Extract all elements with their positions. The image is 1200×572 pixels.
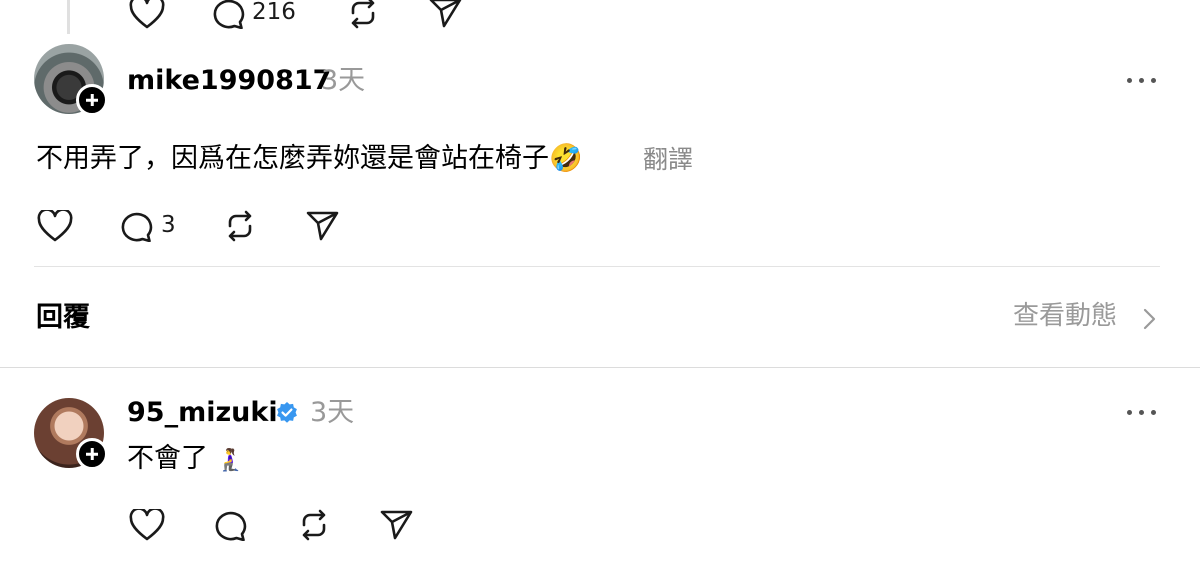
username[interactable]: mike1990817 (127, 67, 331, 94)
thread-connector-line (67, 0, 70, 34)
comment-icon[interactable] (211, 0, 245, 29)
share-icon[interactable] (305, 210, 341, 242)
repost-icon[interactable] (223, 210, 257, 242)
kneeling-woman-emoji: 🧎‍♀️ (216, 448, 244, 473)
comment-count: 216 (252, 0, 296, 25)
timestamp: 3天 (321, 65, 366, 96)
reply-text-body: 不用弄了，因爲在怎麼弄妳還是會站在椅子 (36, 143, 549, 174)
more-options-icon[interactable] (1127, 77, 1157, 85)
username[interactable]: 95_mizuki (127, 399, 278, 426)
share-icon[interactable] (428, 0, 464, 29)
more-options-icon[interactable] (1127, 409, 1157, 417)
follow-plus-icon[interactable] (76, 84, 108, 116)
comment-icon[interactable] (213, 509, 247, 541)
verified-badge-icon (275, 401, 299, 425)
timestamp: 3天 (310, 397, 355, 428)
laughing-emoji: 🤣 (549, 143, 583, 174)
reply-text-body: 不會了 (127, 443, 208, 474)
follow-plus-icon[interactable] (76, 438, 108, 470)
comment-icon[interactable] (119, 210, 153, 242)
reply-text: 不會了 🧎‍♀️ (127, 445, 244, 472)
view-activity-label: 查看動態 (1013, 301, 1118, 331)
repost-icon[interactable] (297, 509, 331, 541)
like-icon[interactable] (37, 210, 73, 242)
translate-link[interactable]: 翻譯 (643, 147, 693, 172)
divider (0, 367, 1200, 368)
replies-header: 回覆 (36, 302, 90, 333)
reply-text: 不用弄了，因爲在怎麼弄妳還是會站在椅子🤣 (36, 145, 583, 172)
share-icon[interactable] (379, 509, 415, 541)
view-activity-link[interactable]: 查看動態 (1013, 301, 1156, 335)
like-icon[interactable] (129, 0, 165, 29)
repost-icon[interactable] (346, 0, 380, 29)
like-icon[interactable] (129, 509, 165, 541)
comment-count: 3 (161, 212, 176, 238)
divider (34, 266, 1160, 267)
chevron-right-icon (1141, 307, 1157, 331)
